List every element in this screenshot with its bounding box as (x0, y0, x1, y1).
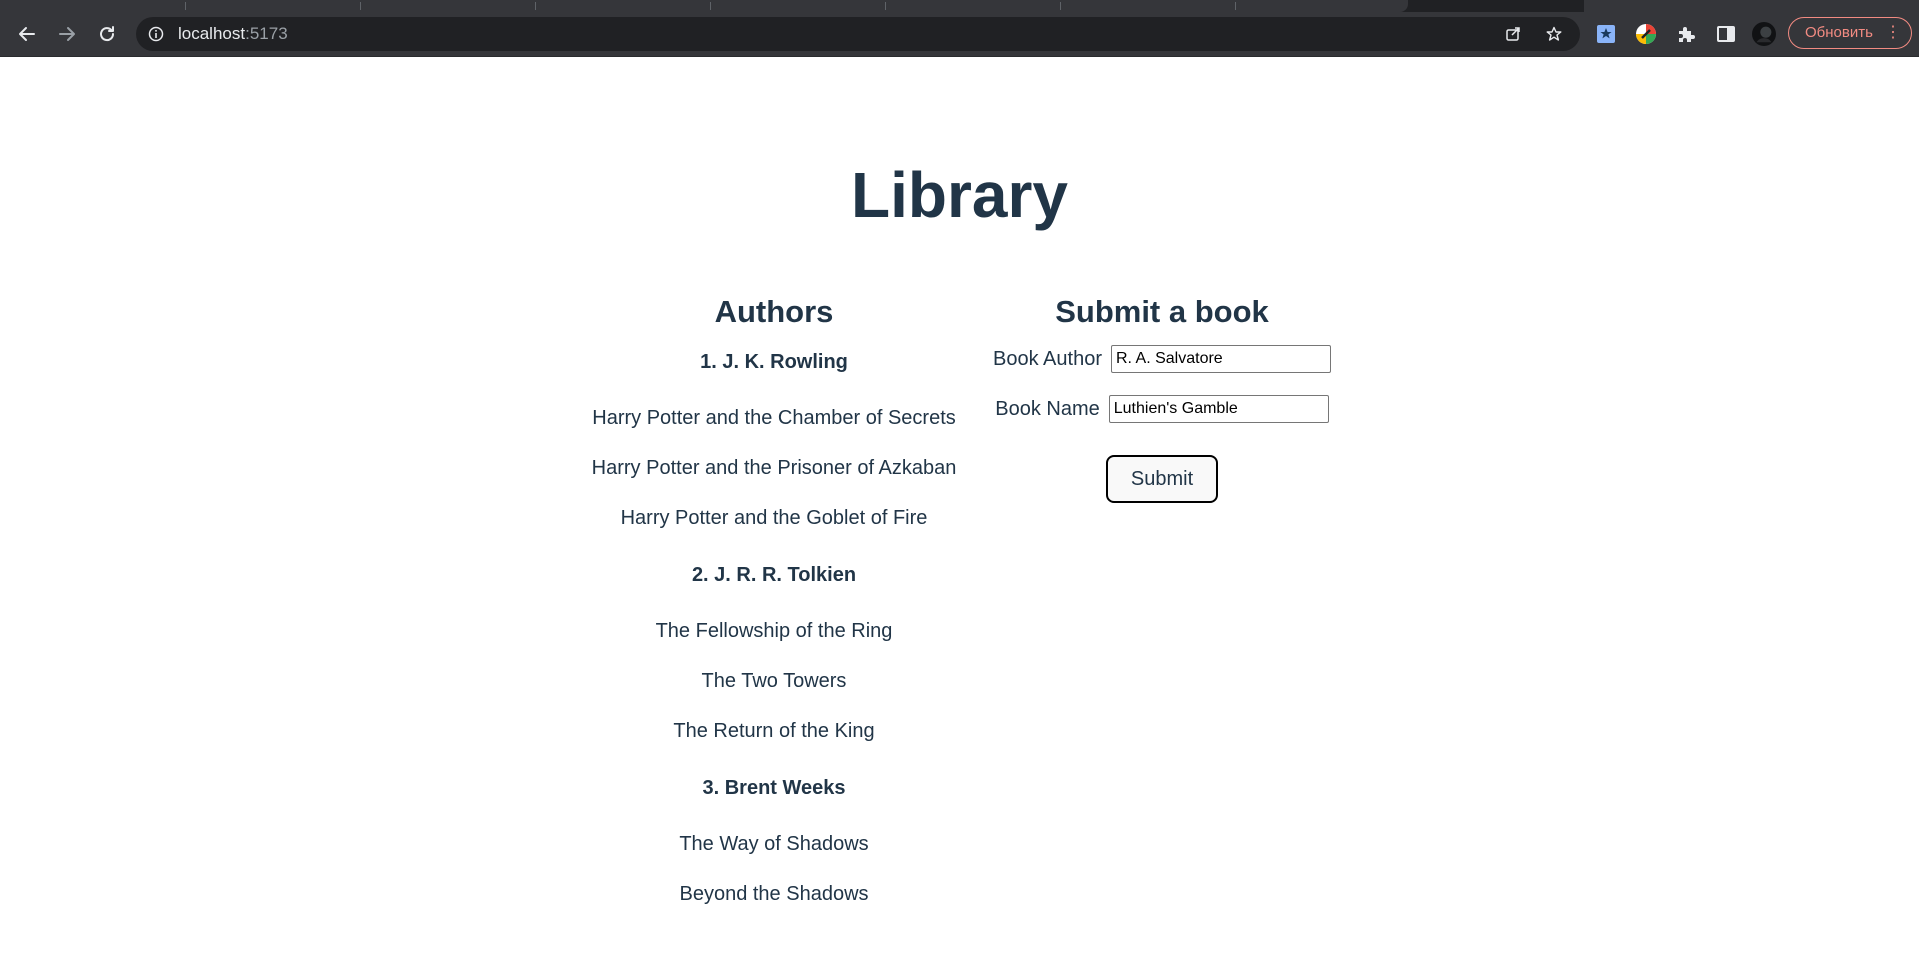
book-title: Harry Potter and the Prisoner of Azkaban (591, 457, 957, 479)
star-icon[interactable] (1546, 26, 1562, 42)
back-icon (19, 27, 35, 41)
share-icon[interactable] (1505, 26, 1521, 42)
tab-separator (535, 2, 536, 10)
name-row: Book Name (962, 392, 1362, 426)
page-content: Library Authors 1. J. K. Rowling Harry P… (0, 57, 1919, 980)
book-name-input[interactable] (1108, 395, 1329, 423)
forward-button[interactable] (53, 20, 81, 48)
extension-color-button[interactable] (1634, 22, 1658, 46)
browser-toolbar: localhost:5173 Обновить ⋮ (0, 12, 1919, 57)
reload-button[interactable] (93, 20, 121, 48)
author-name: 1. J. K. Rowling (700, 351, 848, 373)
info-icon[interactable] (148, 26, 164, 42)
book-name-label: Book Name (995, 397, 1100, 420)
authors-section: Authors 1. J. K. Rowling Harry Potter an… (574, 292, 974, 905)
author-name: 2. J. R. R. Tolkien (691, 564, 857, 586)
extension-bookmark-button[interactable] (1594, 22, 1618, 46)
tab-separator (885, 2, 886, 10)
forward-icon (59, 27, 75, 41)
book-title: The Return of the King (673, 720, 875, 742)
book-title: Harry Potter and the Chamber of Secrets (592, 407, 956, 429)
avatar (1752, 22, 1776, 46)
book-title: Beyond the Shadows (679, 883, 869, 905)
extensions-button[interactable] (1674, 22, 1698, 46)
submit-button[interactable]: Submit (1106, 455, 1218, 503)
tab[interactable] (1584, 0, 1919, 12)
tab-separator (1235, 2, 1236, 10)
tab-separator (710, 2, 711, 10)
extension-color-icon (1636, 24, 1656, 44)
url-port: :5173 (245, 24, 288, 43)
update-button[interactable]: Обновить ⋮ (1788, 17, 1912, 49)
sidepanel-icon (1717, 26, 1735, 42)
url-text: localhost:5173 (178, 17, 288, 51)
book-author-label: Book Author (993, 347, 1102, 370)
tab-separator (1060, 2, 1061, 10)
book-title: The Way of Shadows (679, 833, 869, 855)
tab-separator (185, 2, 186, 10)
back-button[interactable] (13, 20, 41, 48)
update-label: Обновить (1805, 24, 1873, 41)
page-title: Library (851, 159, 1068, 231)
side-panel-button[interactable] (1714, 22, 1738, 46)
book-title: The Fellowship of the Ring (655, 620, 893, 642)
form-heading: Submit a book (1055, 294, 1269, 329)
profile-button[interactable] (1752, 22, 1776, 46)
menu-dots-icon[interactable]: ⋮ (1885, 18, 1901, 48)
tab-separator (360, 2, 361, 10)
book-author-input[interactable] (1110, 345, 1331, 373)
author-name: 3. Brent Weeks (702, 777, 846, 799)
tab-strip (0, 0, 1919, 12)
puzzle-icon (1679, 27, 1695, 42)
book-title: Harry Potter and the Goblet of Fire (620, 507, 928, 529)
extension-bookmark-icon (1597, 25, 1615, 43)
active-tab[interactable] (0, 0, 1408, 12)
book-title: The Two Towers (701, 670, 847, 692)
submit-book-form: Submit a book Book Author Book Name (962, 292, 1362, 423)
authors-heading: Authors (714, 294, 834, 329)
reload-icon (100, 26, 115, 42)
url-host: localhost (178, 24, 246, 43)
author-row: Book Author (962, 342, 1362, 376)
address-bar[interactable]: localhost:5173 (136, 17, 1580, 51)
